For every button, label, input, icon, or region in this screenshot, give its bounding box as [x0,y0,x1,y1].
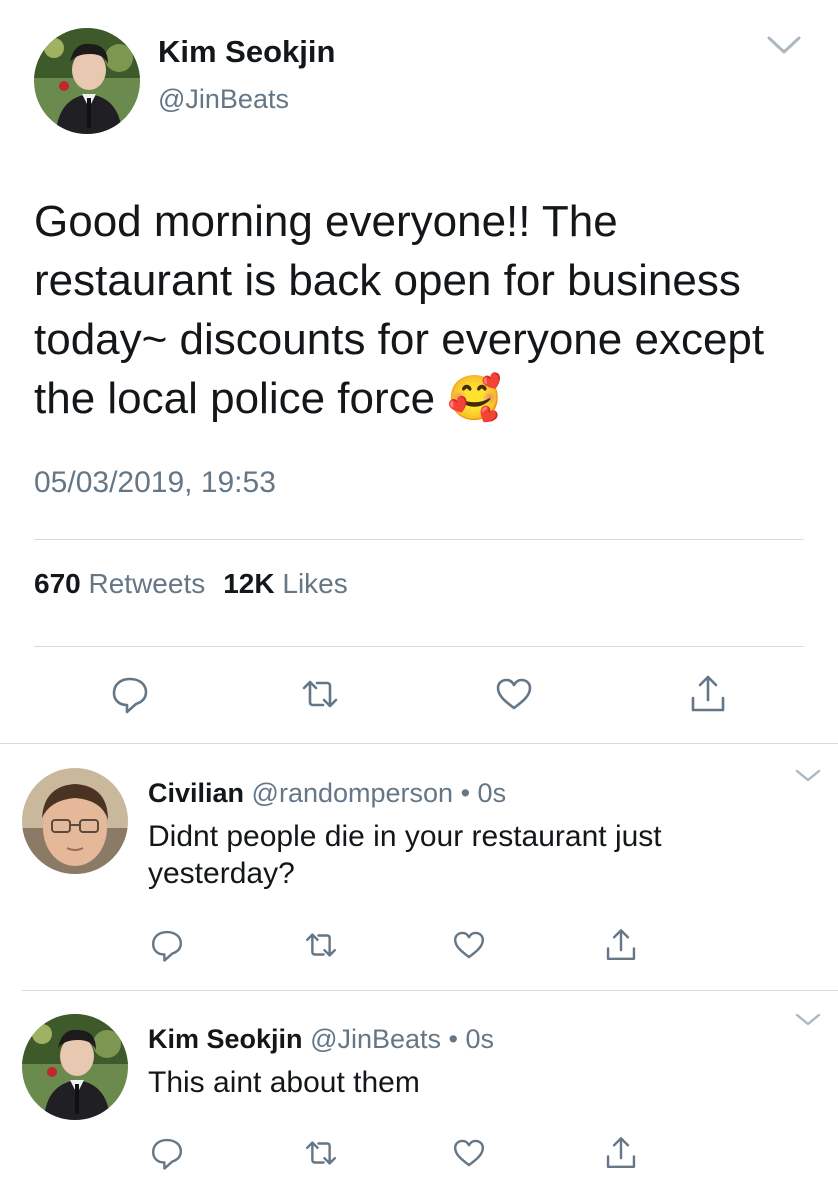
reply-author-handle[interactable]: @JinBeats [310,1024,441,1054]
tweet-timestamp[interactable]: 05/03/2019, 19:53 [34,466,276,500]
like-label[interactable]: Likes [282,568,347,599]
like-icon[interactable] [492,672,536,716]
reply-header: Civilian @randomperson • 0s [148,778,506,809]
reply-header: Kim Seokjin @JinBeats • 0s [148,1024,494,1055]
reply-text: Didnt people die in your restaurant just… [148,820,662,890]
separator-dot: • [448,1024,458,1054]
retweet-icon[interactable] [298,672,342,716]
avatar[interactable] [22,768,128,874]
share-icon[interactable] [686,672,730,716]
tweet-text: Good morning everyone!! The restaurant i… [34,192,814,428]
retweet-icon[interactable] [302,926,340,964]
share-icon[interactable] [602,1134,640,1172]
avatar[interactable] [22,1014,128,1120]
reply-text: This aint about them [148,1066,420,1099]
retweet-icon[interactable] [302,1134,340,1172]
chevron-down-icon[interactable] [792,764,824,788]
like-count[interactable]: 12K [223,568,274,599]
reply-icon[interactable] [148,1134,186,1172]
author-handle[interactable]: @JinBeats [158,84,289,115]
like-icon[interactable] [450,1134,488,1172]
retweet-count[interactable]: 670 [34,568,81,599]
divider [22,990,838,991]
divider [34,646,804,647]
reply-icon[interactable] [148,926,186,964]
divider [34,539,804,540]
divider [0,743,838,744]
reply-author-name[interactable]: Civilian [148,778,244,808]
chevron-down-icon[interactable] [792,1008,824,1032]
avatar[interactable] [34,28,140,134]
smiling-hearts-emoji-icon: 🥰 [447,374,503,423]
reply-time[interactable]: 0s [466,1024,495,1054]
separator-dot: • [460,778,471,808]
share-icon[interactable] [602,926,640,964]
author-name[interactable]: Kim Seokjin [158,34,335,70]
reply-author-handle[interactable]: @randomperson [252,778,454,808]
reply-icon[interactable] [108,672,152,716]
reply-author-name[interactable]: Kim Seokjin [148,1024,303,1054]
like-icon[interactable] [450,926,488,964]
tweet-stats: 670 Retweets 12K Likes [34,568,348,600]
tweet-text-body: Good morning everyone!! The restaurant i… [34,197,765,423]
reply-time[interactable]: 0s [478,778,507,808]
retweet-label[interactable]: Retweets [89,568,206,599]
chevron-down-icon[interactable] [764,30,804,60]
